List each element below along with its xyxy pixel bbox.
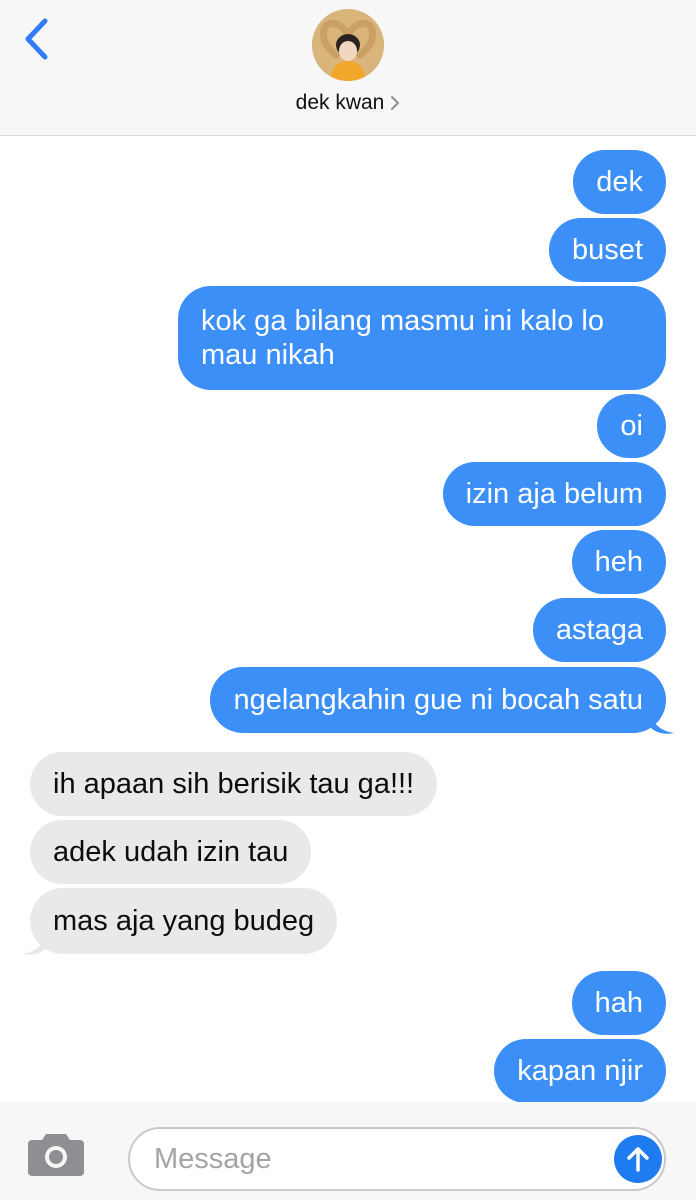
message-bubble-received[interactable]: ih apaan sih berisik tau ga!!!	[30, 752, 438, 816]
message-text: dek	[596, 166, 643, 198]
message-text: mas aja yang budeg	[53, 905, 315, 937]
message-text: ngelangkahin gue ni bocah satu	[233, 684, 643, 716]
contact-name: dek kwan	[295, 91, 385, 114]
message-bubble-sent[interactable]: izin aja belum	[442, 462, 666, 526]
message-thread[interactable]: dek buset kok ga bilang masmu ini kalo l…	[0, 136, 696, 1102]
message-bubble-sent[interactable]: kapan njir	[494, 1039, 666, 1102]
chevron-right-icon	[391, 96, 400, 110]
conversation-header: dek kwan	[0, 0, 696, 136]
message-bubble-sent[interactable]: kok ga bilang masmu ini kalo lo mau nika…	[178, 286, 666, 390]
message-text: ih apaan sih berisik tau ga!!!	[53, 768, 415, 800]
message-text: izin aja belum	[465, 478, 643, 510]
message-text: heh	[594, 546, 643, 578]
message-bubble-sent[interactable]: astaga	[532, 598, 666, 662]
message-text: adek udah izin tau	[53, 836, 289, 868]
arrow-up-icon	[627, 1147, 649, 1172]
compose-bar	[0, 1102, 696, 1200]
avatar-photo	[312, 9, 384, 81]
message-text: oi	[620, 410, 643, 442]
message-input[interactable]	[154, 1129, 594, 1189]
camera-icon	[28, 1134, 84, 1176]
message-text: hah	[594, 987, 643, 1019]
chevron-left-icon	[25, 18, 48, 60]
message-bubble-sent[interactable]: ngelangkahin gue ni bocah satu	[210, 667, 666, 733]
message-bubble-sent[interactable]: hah	[571, 971, 666, 1035]
message-text: buset	[572, 234, 643, 266]
send-button[interactable]	[614, 1135, 662, 1183]
message-text: astaga	[555, 614, 643, 646]
message-bubble-received[interactable]: adek udah izin tau	[30, 820, 312, 884]
avatar[interactable]	[312, 9, 384, 81]
bubble-tail	[22, 932, 46, 955]
message-text: kapan njir	[517, 1055, 643, 1087]
camera-button[interactable]	[26, 1132, 92, 1182]
back-button[interactable]	[14, 14, 58, 64]
message-text: kok ga bilang masmu ini kalo lo mau nika…	[201, 305, 604, 371]
message-bubble-sent[interactable]: dek	[573, 150, 666, 214]
message-bubble-sent[interactable]: oi	[597, 394, 666, 458]
message-bubble-received[interactable]: mas aja yang budeg	[30, 888, 338, 954]
bubble-tail	[650, 711, 674, 734]
message-bubble-sent[interactable]: heh	[571, 530, 666, 594]
contact-name-button[interactable]: dek kwan	[0, 88, 696, 118]
message-field[interactable]	[128, 1127, 666, 1191]
message-bubble-sent[interactable]: buset	[549, 218, 666, 282]
